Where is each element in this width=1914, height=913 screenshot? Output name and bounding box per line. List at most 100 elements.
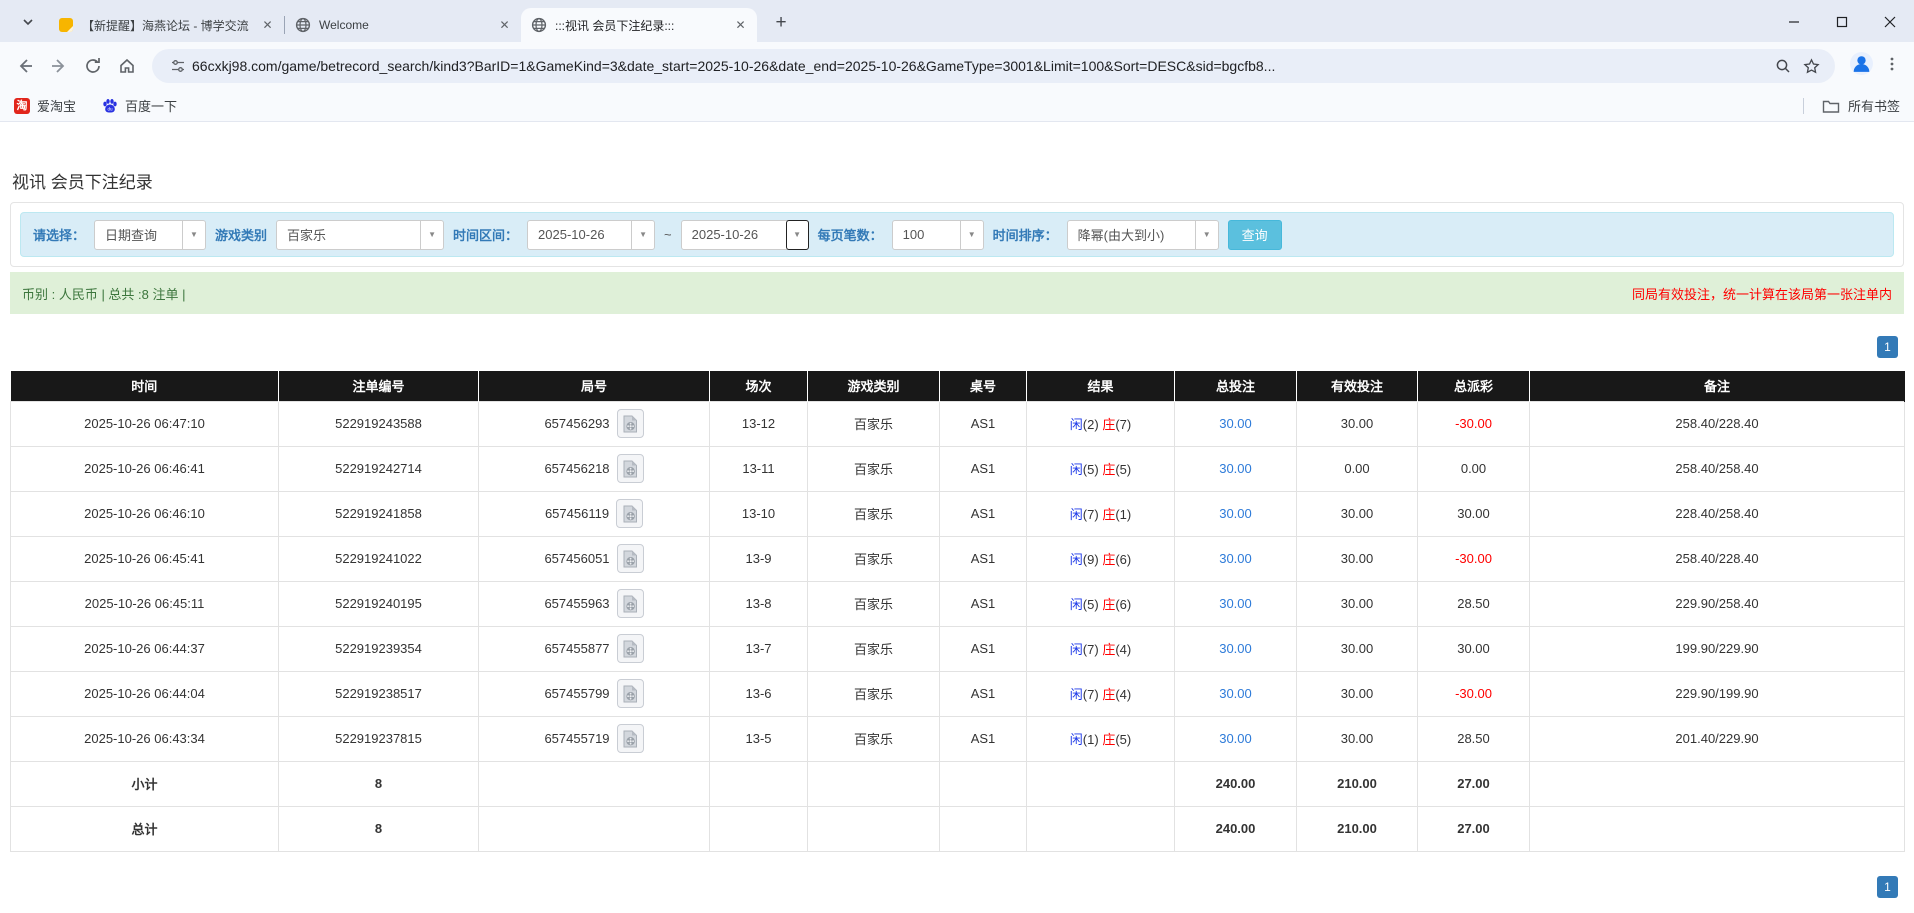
result-banker: 庄 [1102,597,1115,612]
date-start-select[interactable]: 2025-10-26 ▼ [527,220,655,250]
cell-valid-bet: 30.00 [1297,716,1418,761]
result-banker: 庄 [1102,642,1115,657]
chevron-down-icon[interactable]: ▼ [631,221,654,249]
video-replay-button[interactable] [617,589,644,618]
total-bet-link[interactable]: 30.00 [1219,596,1252,611]
result-player: 闲 [1070,417,1083,432]
url-text[interactable]: 66cxkj98.com/game/betrecord_search/kind3… [192,58,1769,74]
video-replay-button[interactable] [617,454,644,483]
bookmark-taobao[interactable]: 淘 爱淘宝 [14,96,76,115]
cell-game-type: 百家乐 [808,536,940,581]
back-button[interactable] [8,49,42,83]
bookmark-baidu[interactable]: du 百度一下 [102,96,177,115]
cell-game-type: 百家乐 [808,626,940,671]
search-button[interactable]: 查询 [1228,220,1282,250]
video-replay-button[interactable] [617,409,644,438]
address-bar[interactable]: 66cxkj98.com/game/betrecord_search/kind3… [152,49,1835,83]
video-replay-button[interactable] [617,544,644,573]
chevron-down-icon[interactable]: ▼ [786,220,809,250]
cell-time: 2025-10-26 06:47:10 [11,401,279,446]
cell-game-type: 百家乐 [808,716,940,761]
reload-button[interactable] [76,49,110,83]
chevron-down-icon[interactable]: ▼ [182,221,205,249]
cell-round-id: 657456051 [479,536,710,581]
total-bet-link[interactable]: 30.00 [1219,461,1252,476]
cell-remark: 258.40/228.40 [1530,401,1905,446]
cell-total-bet: 30.00 [1175,716,1297,761]
cell-remark: 228.40/258.40 [1530,491,1905,536]
game-type-select[interactable]: 百家乐 ▼ [276,220,444,250]
tab-welcome[interactable]: Welcome ✕ [285,8,521,42]
video-replay-button[interactable] [617,634,644,663]
cell-remark: 229.90/258.40 [1530,581,1905,626]
cell-remark: 201.40/229.90 [1530,716,1905,761]
cell-round-id: 657456293 [479,401,710,446]
tab-close-icon[interactable]: ✕ [259,17,276,34]
cell-valid-bet: 30.00 [1297,401,1418,446]
site-settings-icon[interactable] [164,52,192,80]
cell-bet-id: 522919240195 [279,581,479,626]
query-type-select[interactable]: 日期查询 ▼ [94,220,206,250]
sort-label: 时间排序： [993,225,1058,244]
cell-payout: 30.00 [1418,491,1530,536]
cell-payout: -30.00 [1418,401,1530,446]
col-game-type: 游戏类别 [808,371,940,401]
page-size-select[interactable]: 100 ▼ [892,220,984,250]
browser-menu-icon[interactable] [1884,56,1900,77]
forward-button[interactable] [42,49,76,83]
video-replay-button[interactable] [617,724,644,753]
maximize-button[interactable] [1818,2,1866,42]
cell-result: 闲(7) 庄(4) [1027,626,1175,671]
total-bet-link[interactable]: 30.00 [1219,686,1252,701]
close-window-button[interactable] [1866,2,1914,42]
video-replay-button[interactable] [616,499,643,528]
cell-session: 13-7 [710,626,808,671]
sort-select[interactable]: 降幂(由大到小) ▼ [1067,220,1219,250]
bookmark-star-icon[interactable] [1797,52,1825,80]
query-type-label: 请选择： [33,225,85,244]
tab-title: Welcome [319,18,496,32]
total-bet-link[interactable]: 30.00 [1219,506,1252,521]
zoom-icon[interactable] [1769,52,1797,80]
total-bet-link[interactable]: 30.00 [1219,551,1252,566]
taobao-icon: 淘 [14,98,30,114]
video-record-icon [622,640,638,658]
cell-result: 闲(5) 庄(5) [1027,446,1175,491]
all-bookmarks[interactable]: 所有书签 [1803,96,1900,115]
cell-bet-id: 522919237815 [279,716,479,761]
tab-forum[interactable]: 【新提醒】海燕论坛 - 博学交流 ✕ [48,8,284,42]
cell-round-id: 657456119 [479,491,710,536]
tab-close-icon[interactable]: ✕ [732,17,749,34]
new-tab-button[interactable]: + [767,8,795,36]
cell-remark: 229.90/199.90 [1530,671,1905,716]
cell-session: 13-9 [710,536,808,581]
sum-valid-bet: 210.00 [1297,806,1418,851]
cell-game-type: 百家乐 [808,581,940,626]
total-bet-link[interactable]: 30.00 [1219,731,1252,746]
col-payout: 总派彩 [1418,371,1530,401]
total-bet-link[interactable]: 30.00 [1219,416,1252,431]
cell-remark: 199.90/229.90 [1530,626,1905,671]
chevron-down-icon[interactable]: ▼ [1195,221,1218,249]
date-end-select[interactable]: 2025-10-26 ▼ [681,220,809,250]
tab-bet-records-active[interactable]: :::视讯 会员下注纪录::: ✕ [521,8,757,42]
chevron-down-icon[interactable]: ▼ [960,221,983,249]
total-bet-link[interactable]: 30.00 [1219,641,1252,656]
sum-total-bet: 240.00 [1175,761,1297,806]
profile-avatar[interactable] [1849,51,1874,81]
tab-close-icon[interactable]: ✕ [496,17,513,34]
forum-favicon-icon [58,17,74,33]
home-button[interactable] [110,49,144,83]
cell-table-no: AS1 [940,716,1027,761]
cell-total-bet: 30.00 [1175,671,1297,716]
minimize-button[interactable] [1770,2,1818,42]
tab-search-button[interactable] [14,8,42,36]
page-1-button[interactable]: 1 [1877,876,1898,898]
video-replay-button[interactable] [617,679,644,708]
col-table-no: 桌号 [940,371,1027,401]
sum-total-bet: 240.00 [1175,806,1297,851]
result-banker: 庄 [1102,417,1115,432]
chevron-down-icon[interactable]: ▼ [420,221,443,249]
cell-result: 闲(7) 庄(4) [1027,671,1175,716]
page-1-button[interactable]: 1 [1877,336,1898,358]
